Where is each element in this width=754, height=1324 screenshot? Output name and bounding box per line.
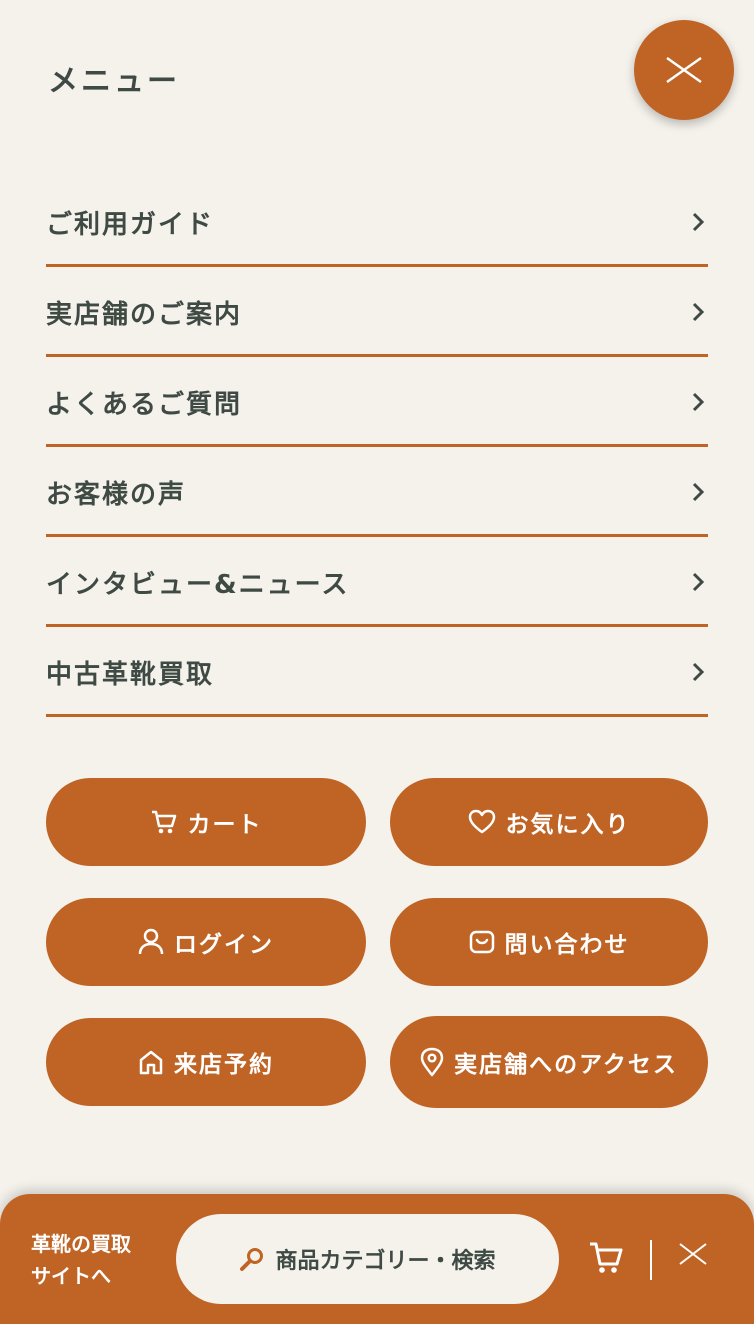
- heart-icon: [468, 809, 495, 834]
- category-search-button[interactable]: 商品カテゴリー・検索: [176, 1214, 559, 1304]
- store-access-button[interactable]: 実店舗へのアクセス: [390, 1016, 708, 1108]
- buyback-site-link-line1: 革靴の買取: [31, 1232, 131, 1256]
- user-icon: [138, 928, 164, 955]
- menu-item-faq[interactable]: よくあるご質問: [46, 360, 708, 447]
- close-icon[interactable]: [678, 1242, 708, 1266]
- chevron-right-icon: [692, 302, 705, 322]
- buyback-site-link[interactable]: 革靴の買取 サイトへ: [31, 1228, 161, 1292]
- menu-item-label: 実店舗のご案内: [46, 299, 243, 330]
- favorites-button-label: お気に入り: [505, 812, 631, 838]
- chevron-right-icon: [692, 212, 705, 232]
- close-icon: [666, 56, 702, 84]
- menu-item-label: よくあるご質問: [46, 389, 243, 420]
- divider: [650, 1240, 652, 1280]
- menu-item-label: 中古革靴買取: [46, 659, 215, 690]
- cart-button-label: カート: [187, 812, 263, 838]
- chevron-right-icon: [692, 662, 705, 682]
- home-icon: [139, 1050, 163, 1075]
- category-search-label: 商品カテゴリー・検索: [275, 1249, 496, 1274]
- map-pin-icon: [420, 1047, 444, 1077]
- chevron-right-icon: [692, 572, 705, 592]
- contact-button-label: 問い合わせ: [504, 932, 630, 958]
- cart-icon[interactable]: [588, 1240, 624, 1276]
- search-icon: [240, 1248, 264, 1271]
- menu-item-label: インタビュー&ニュース: [46, 569, 350, 600]
- menu-item-buyback[interactable]: 中古革靴買取: [46, 630, 708, 717]
- cart-icon: [151, 810, 176, 834]
- close-menu-button[interactable]: [634, 20, 734, 120]
- menu-item-label: お客様の声: [46, 479, 187, 510]
- menu-item-store-info[interactable]: 実店舗のご案内: [46, 270, 708, 357]
- menu-item-interview-news[interactable]: インタビュー&ニュース: [46, 540, 708, 627]
- cart-button[interactable]: カート: [46, 778, 366, 866]
- login-button[interactable]: ログイン: [46, 898, 366, 986]
- menu-item-guide[interactable]: ご利用ガイド: [46, 180, 708, 267]
- chevron-right-icon: [692, 482, 705, 502]
- favorites-button[interactable]: お気に入り: [390, 778, 708, 866]
- bottom-bar: 革靴の買取 サイトへ 商品カテゴリー・検索: [0, 1194, 754, 1324]
- reservation-button-label: 来店予約: [174, 1052, 274, 1078]
- menu-list: ご利用ガイド 実店舗のご案内 よくあるご質問 お客様の声 インタビュー&ニュース…: [46, 180, 708, 720]
- mail-icon: [469, 930, 494, 954]
- buyback-site-link-line2: サイトへ: [31, 1264, 111, 1288]
- login-button-label: ログイン: [174, 932, 274, 958]
- page-title: メニュー: [48, 64, 180, 99]
- chevron-right-icon: [692, 392, 705, 412]
- contact-button[interactable]: 問い合わせ: [390, 898, 708, 986]
- menu-item-reviews[interactable]: お客様の声: [46, 450, 708, 537]
- menu-item-label: ご利用ガイド: [46, 209, 215, 240]
- store-access-button-label: 実店舗へのアクセス: [454, 1052, 678, 1078]
- reservation-button[interactable]: 来店予約: [46, 1018, 366, 1106]
